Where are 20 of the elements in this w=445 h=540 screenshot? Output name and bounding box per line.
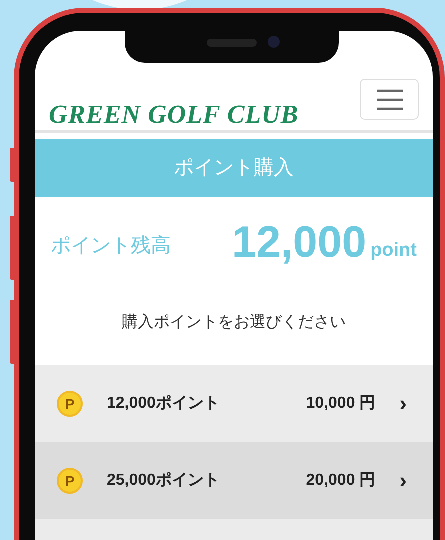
balance-label: ポイント残高 <box>51 234 171 259</box>
package-price: 20,000 円 <box>306 470 376 490</box>
instruction-text: 購入ポイントをお選びください <box>122 314 346 331</box>
package-points: 25,000ポイント <box>107 470 220 490</box>
coin-icon: P <box>57 390 83 416</box>
package-row[interactable]: P 25,000ポイント 20,000 円 › <box>35 442 433 519</box>
coin-icon: P <box>57 468 83 494</box>
camera-lens <box>268 36 280 48</box>
balance-amount: 12,000 <box>232 221 367 265</box>
package-points: 12,000ポイント <box>107 394 220 414</box>
chevron-icon: › <box>400 470 407 492</box>
package-price: 10,000 円 <box>306 394 376 414</box>
page-title-bar: ポイント購入 <box>35 139 433 197</box>
chevron-icon: › <box>400 392 407 414</box>
speaker-grille <box>207 39 257 47</box>
menu-button[interactable] <box>360 79 419 120</box>
menu-icon <box>376 88 404 110</box>
site-logo[interactable]: GREEN GOLF CLUB <box>49 95 299 134</box>
package-row[interactable]: P 12,000ポイント 10,000 円 › <box>35 365 433 442</box>
balance-unit: point <box>370 238 417 262</box>
